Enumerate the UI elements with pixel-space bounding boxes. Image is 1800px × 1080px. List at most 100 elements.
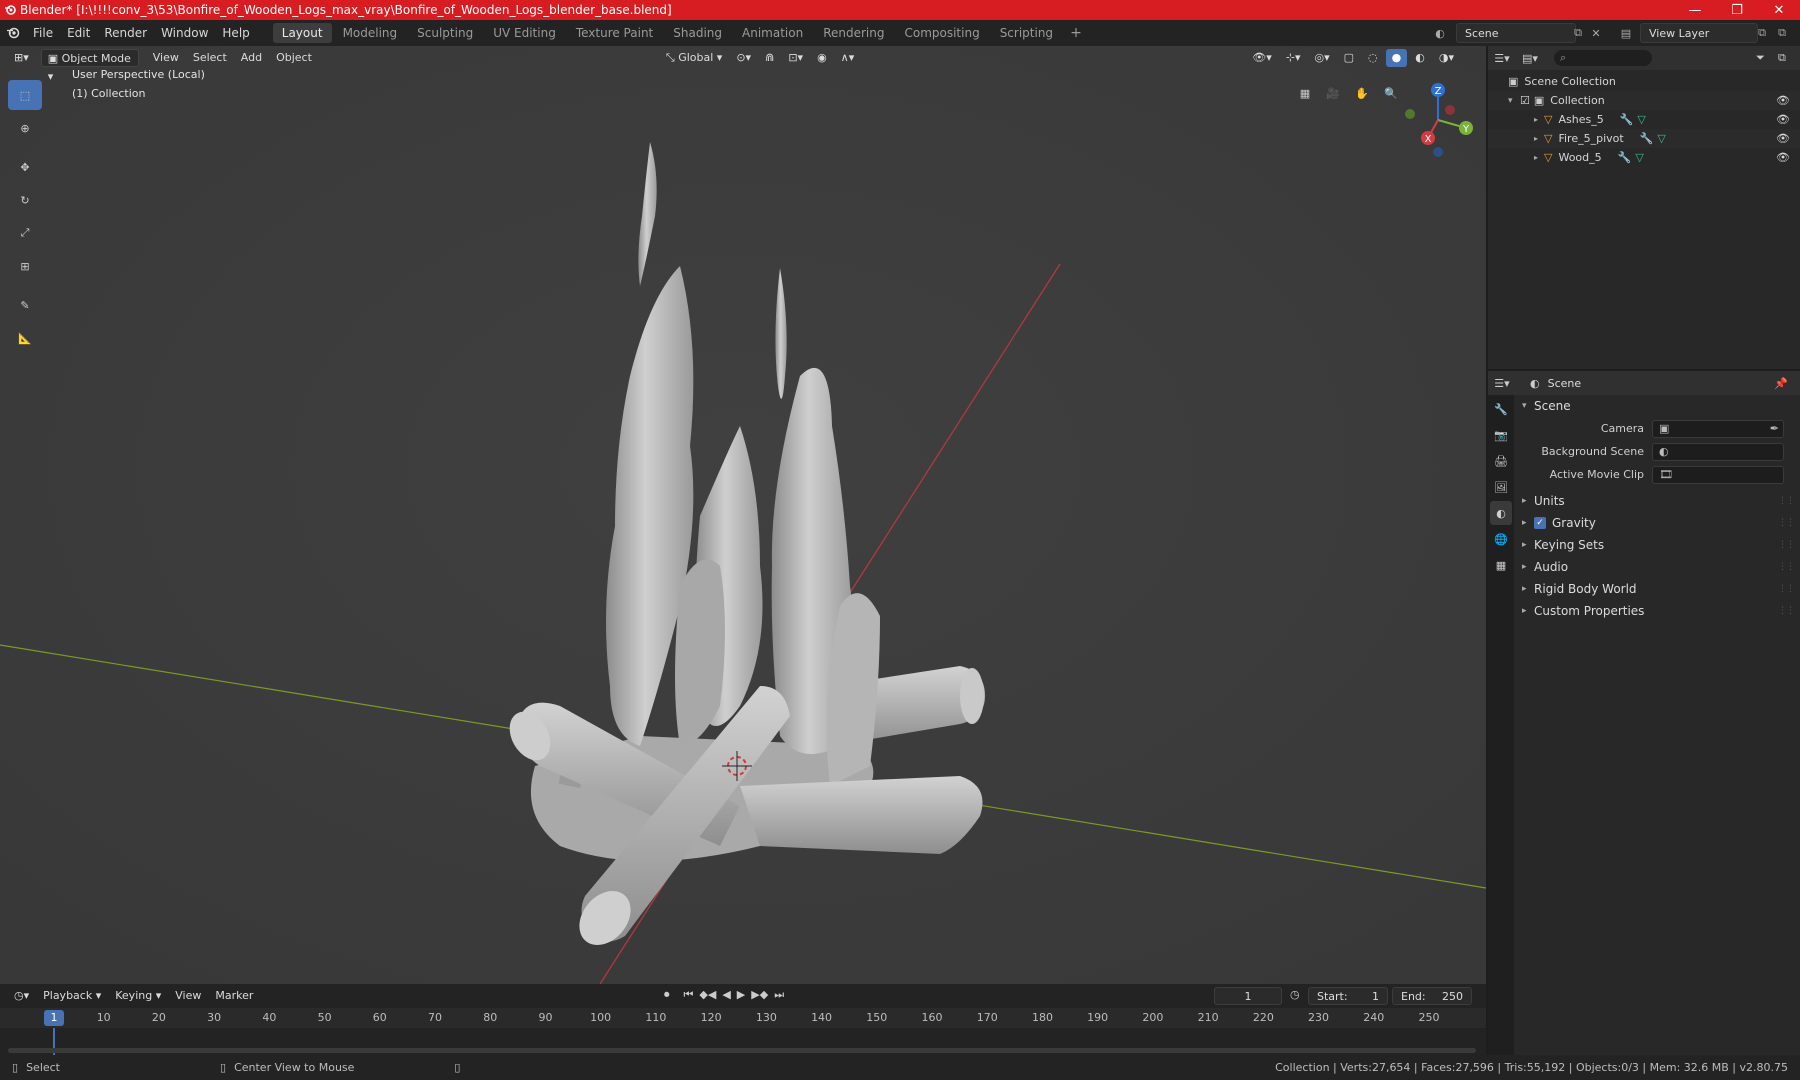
start-frame-field[interactable]: Start: 1 xyxy=(1308,987,1388,1005)
eyedropper-icon[interactable]: ✒ xyxy=(1770,422,1779,435)
units-panel-header[interactable]: ▸ Units ⋮⋮ xyxy=(1516,490,1800,512)
gizmo-neg-z-icon[interactable] xyxy=(1433,147,1443,157)
menu-add[interactable]: Add xyxy=(235,49,268,67)
expand-arrow-icon[interactable]: ▸ xyxy=(1534,153,1544,162)
mesh-data-icon[interactable]: ▽ xyxy=(1657,132,1665,145)
gizmo-neg-y-icon[interactable] xyxy=(1405,109,1415,119)
delete-view-layer-icon[interactable]: ⧉ xyxy=(1774,25,1790,41)
tab-shading[interactable]: Shading xyxy=(664,23,731,43)
blender-menu-icon[interactable] xyxy=(0,20,26,46)
play-icon[interactable]: ▶ xyxy=(737,988,745,1002)
display-mode-icon[interactable]: ▤▾ xyxy=(1516,52,1544,65)
panel-expand-arrow-icon[interactable]: ▸ xyxy=(1522,606,1534,616)
menu-select[interactable]: Select xyxy=(187,49,233,67)
preview-range-icon[interactable]: ◷ xyxy=(1290,988,1300,1001)
material-shading-icon[interactable]: ◐ xyxy=(1409,49,1431,67)
jump-start-icon[interactable]: ⏮ xyxy=(684,988,694,1002)
drag-grip-icon[interactable]: ⋮⋮ xyxy=(1778,584,1795,594)
tab-compositing[interactable]: Compositing xyxy=(895,23,988,43)
view-layer-browse-icon[interactable]: ▤ xyxy=(1618,25,1634,41)
panel-expand-arrow-icon[interactable]: ▸ xyxy=(1522,562,1534,572)
modifier-wrench-icon[interactable]: 🔧 xyxy=(1618,151,1632,164)
panel-expand-arrow-icon[interactable]: ▸ xyxy=(1522,584,1534,594)
measure-tool-icon[interactable]: 📐 xyxy=(8,323,42,353)
cursor-tool-icon[interactable]: ⊕ xyxy=(8,113,42,143)
tab-texture-paint[interactable]: Texture Paint xyxy=(567,23,662,43)
texture-tab-icon[interactable]: ▦ xyxy=(1490,553,1512,577)
drag-grip-icon[interactable]: ⋮⋮ xyxy=(1778,562,1795,572)
pan-view-icon[interactable]: ✋ xyxy=(1349,80,1375,106)
navigation-gizmo[interactable]: Z Y X xyxy=(1398,80,1478,160)
expand-arrow-icon[interactable]: ▸ xyxy=(1534,115,1544,124)
selectability-icon[interactable]: 👁▾ xyxy=(1246,49,1278,67)
modifier-wrench-icon[interactable]: 🔧 xyxy=(1620,113,1634,126)
visibility-eye-icon[interactable]: 👁 xyxy=(1776,132,1790,145)
scene-panel-header[interactable]: ▾ Scene xyxy=(1516,395,1800,417)
camera-view-icon[interactable]: 🎥 xyxy=(1320,80,1346,106)
menu-render[interactable]: Render xyxy=(97,20,154,46)
checkbox-icon[interactable]: ☑ xyxy=(1520,94,1530,107)
xray-icon[interactable]: ▢ xyxy=(1338,49,1360,67)
editor-type-icon[interactable]: ⊞▾ xyxy=(8,49,35,67)
pivot-point-icon[interactable]: ⊙▾ xyxy=(730,49,757,67)
visibility-eye-icon[interactable]: 👁 xyxy=(1776,151,1790,164)
snap-target-icon[interactable]: ⊡▾ xyxy=(782,49,809,67)
panel-expand-arrow-icon[interactable]: ▸ xyxy=(1522,518,1534,528)
toggle-grid-view-icon[interactable]: ▦ xyxy=(1292,80,1318,106)
scene-tab-icon[interactable]: ◐ xyxy=(1490,501,1512,525)
rigid-body-world-panel-header[interactable]: ▸ Rigid Body World ⋮⋮ xyxy=(1516,578,1800,600)
pin-icon[interactable]: 📌 xyxy=(1774,377,1788,390)
delete-scene-icon[interactable]: ✕ xyxy=(1588,25,1604,41)
menu-playback[interactable]: Playback ▾ xyxy=(37,987,107,1005)
jump-end-icon[interactable]: ⏭ xyxy=(774,988,784,1002)
solid-shading-icon[interactable]: ● xyxy=(1385,49,1408,67)
properties-editor-icon[interactable]: ☰▾ xyxy=(1488,377,1516,390)
menu-marker[interactable]: Marker xyxy=(209,987,259,1005)
menu-help[interactable]: Help xyxy=(215,20,256,46)
new-view-layer-icon[interactable]: ⧉ xyxy=(1754,25,1770,41)
drag-grip-icon[interactable]: ⋮⋮ xyxy=(1778,606,1795,616)
filter-icon[interactable]: ⏷ xyxy=(1756,51,1778,65)
collapse-arrow-icon[interactable]: ▾ xyxy=(1508,96,1520,106)
maximize-button[interactable]: ❐ xyxy=(1716,0,1758,20)
scene-selector[interactable]: Scene xyxy=(1456,23,1576,43)
rendered-shading-icon[interactable]: ◑▾ xyxy=(1433,49,1460,67)
panel-collapse-arrow-icon[interactable]: ▾ xyxy=(1522,401,1534,411)
tab-layout[interactable]: Layout xyxy=(272,23,332,43)
gravity-panel-header[interactable]: ▸ ✓ Gravity ⋮⋮ xyxy=(1516,512,1800,534)
move-tool-icon[interactable]: ✥ xyxy=(8,152,42,182)
camera-field[interactable]: ▣ ✒ xyxy=(1652,419,1784,438)
falloff-icon[interactable]: ∧▾ xyxy=(835,49,861,67)
menu-window[interactable]: Window xyxy=(154,20,215,46)
record-icon[interactable]: ⏺ xyxy=(664,988,670,1002)
menu-view[interactable]: View xyxy=(147,49,185,67)
new-collection-icon[interactable]: ⧉ xyxy=(1778,51,1800,65)
tab-uv-editing[interactable]: UV Editing xyxy=(484,23,565,43)
panel-expand-arrow-icon[interactable]: ▸ xyxy=(1522,496,1534,506)
transform-orientation[interactable]: ⤡ Global ▾ xyxy=(660,49,728,67)
minimize-button[interactable]: — xyxy=(1674,0,1716,20)
gizmo-neg-x-icon[interactable] xyxy=(1445,105,1455,115)
view-layer-selector[interactable]: View Layer xyxy=(1640,23,1758,43)
new-scene-icon[interactable]: ⧉ xyxy=(1570,25,1586,41)
timeline-editor-icon[interactable]: ◷▾ xyxy=(8,987,35,1005)
active-movie-clip-field[interactable]: 🎞 xyxy=(1652,465,1784,484)
mode-selector[interactable]: ▣ Object Mode ▾ xyxy=(40,49,139,83)
tab-modeling[interactable]: Modeling xyxy=(334,23,407,43)
mesh-data-icon[interactable]: ▽ xyxy=(1637,113,1645,126)
mesh-data-icon[interactable]: ▽ xyxy=(1635,151,1643,164)
menu-timeline-view[interactable]: View xyxy=(169,987,207,1005)
drag-grip-icon[interactable]: ⋮⋮ xyxy=(1778,540,1795,550)
tool-tab-icon[interactable]: 🔧 xyxy=(1490,397,1512,421)
modifier-wrench-icon[interactable]: 🔧 xyxy=(1640,132,1654,145)
panel-expand-arrow-icon[interactable]: ▸ xyxy=(1522,540,1534,550)
visibility-eye-icon[interactable]: 👁 xyxy=(1776,113,1790,126)
transform-tool-icon[interactable]: ⊞ xyxy=(8,251,42,281)
custom-properties-panel-header[interactable]: ▸ Custom Properties ⋮⋮ xyxy=(1516,600,1800,622)
current-frame-indicator[interactable]: 1 xyxy=(44,1010,64,1026)
select-box-tool-icon[interactable]: ⬚ xyxy=(8,80,42,110)
rotate-tool-icon[interactable]: ↻ xyxy=(8,185,42,215)
visibility-eye-icon[interactable]: 👁 xyxy=(1776,94,1790,107)
tab-animation[interactable]: Animation xyxy=(733,23,812,43)
expand-arrow-icon[interactable]: ▸ xyxy=(1534,134,1544,143)
